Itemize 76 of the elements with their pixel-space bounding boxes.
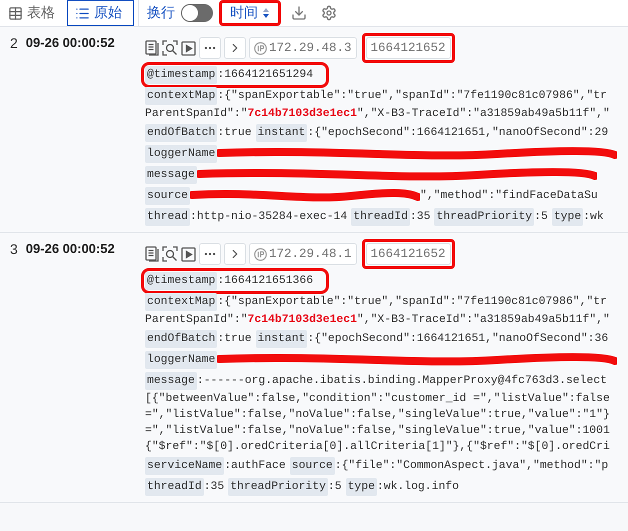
more-button[interactable] bbox=[199, 37, 221, 59]
field-key: loggerName bbox=[145, 144, 218, 162]
field-key: serviceName bbox=[145, 456, 224, 474]
ip-tag: 172.29.48.3 bbox=[249, 37, 357, 59]
log-text: ParentSpanId":"7c14b7103d3e1ec1","X-B3-TraceId":"a31859ab49a5b11f"," bbox=[145, 313, 610, 327]
more-button[interactable] bbox=[199, 243, 221, 265]
field-key: type bbox=[552, 208, 584, 226]
log-text: {"$ref":"$[0].oredCriteria[0].allCriteria[1]"},{"$ref":"$[0].oredCri bbox=[145, 440, 610, 454]
field-value: :5 bbox=[328, 480, 342, 494]
field-value: :authFace bbox=[224, 458, 286, 472]
field-key: @timestamp bbox=[145, 66, 218, 84]
field-value: :1664121651294 bbox=[217, 68, 314, 82]
field-key: endOfBatch bbox=[145, 330, 218, 348]
magnifier-document-icon[interactable] bbox=[162, 40, 178, 56]
field-value: :{"spanExportable":"true","spanId":"7fe1190c81c07986","tr bbox=[217, 294, 607, 308]
field-value: :------org.apache.ibatis.binding.MapperProxy@4fc763d3.select bbox=[196, 374, 607, 388]
field-value: :1664121651366 bbox=[217, 274, 314, 288]
field-key: endOfBatch bbox=[145, 124, 218, 142]
ip-tag: 172.29.48.1 bbox=[249, 243, 357, 265]
play-icon[interactable] bbox=[181, 40, 196, 56]
field-key: message bbox=[145, 372, 197, 390]
field-value: :wk bbox=[583, 210, 604, 224]
field-key: threadId bbox=[145, 478, 204, 496]
field-key: loggerName bbox=[145, 350, 218, 368]
log-text: ParentSpanId":"7c14b7103d3e1ec1","X-B3-TraceId":"a31859ab49a5b11f"," bbox=[145, 107, 610, 121]
field-key: instant bbox=[256, 330, 308, 348]
field-key: threadId bbox=[351, 208, 410, 226]
field-value: :wk.log.info bbox=[376, 480, 459, 494]
field-key: source bbox=[290, 456, 335, 474]
list-icon bbox=[75, 6, 90, 20]
log-text: =","listValue":false,"noValue":false,"singleValue":true,"value":1001 bbox=[145, 424, 610, 438]
field-value: :35 bbox=[204, 480, 224, 494]
view-tab[interactable]: 原始 bbox=[67, 0, 134, 26]
log-time: 09-26 00:00:52 bbox=[26, 241, 115, 258]
field-value: :{"epochSecond":1664121651,"nanoOfSecond":29 bbox=[307, 126, 608, 140]
log-text: =","listValue":false,"noValue":false,"singleValue":true,"value":"1"} bbox=[145, 408, 610, 422]
document-icon[interactable] bbox=[145, 246, 159, 262]
expand-button[interactable] bbox=[224, 243, 246, 265]
download-icon bbox=[291, 5, 307, 21]
settings-icon bbox=[321, 5, 337, 21]
magnifier-document-icon[interactable] bbox=[162, 246, 178, 262]
value-tag: 1664121652 bbox=[366, 37, 451, 59]
sort-icon bbox=[262, 7, 270, 19]
table-icon bbox=[8, 6, 23, 20]
field-key: contextMap bbox=[145, 292, 218, 310]
play-icon[interactable] bbox=[181, 246, 196, 262]
field-key: threadPriority bbox=[228, 478, 328, 496]
field-key: @timestamp bbox=[145, 272, 218, 290]
field-key: instant bbox=[256, 124, 308, 142]
log-text: [{"betweenValue":false,"condition":"customer_id =","listValue":false bbox=[145, 392, 610, 406]
field-key: thread bbox=[145, 208, 190, 226]
wrap-toggle[interactable] bbox=[181, 4, 213, 22]
field-key: contextMap bbox=[145, 86, 218, 104]
field-value: :true bbox=[217, 126, 252, 140]
field-value: :5 bbox=[534, 210, 548, 224]
field-key: threadPriority bbox=[434, 208, 534, 226]
document-icon[interactable] bbox=[145, 40, 159, 56]
field-value: :true bbox=[217, 332, 252, 346]
value-tag: 1664121652 bbox=[366, 243, 451, 265]
field-key: type bbox=[346, 478, 377, 496]
field-value: :{"file":"CommonAspect.java","method":"p bbox=[334, 458, 608, 472]
field-key: message bbox=[145, 166, 197, 184]
field-value: :35 bbox=[410, 210, 430, 224]
field-value: :{"epochSecond":1664121651,"nanoOfSecond":36 bbox=[307, 332, 608, 346]
log-time: 09-26 00:00:52 bbox=[26, 35, 115, 52]
expand-button[interactable] bbox=[224, 37, 246, 59]
wrap-label: 换行 bbox=[147, 4, 175, 22]
row-number: 2 bbox=[10, 35, 18, 53]
sort-button[interactable]: 时间 bbox=[219, 0, 281, 26]
ip-icon bbox=[254, 248, 267, 260]
ip-icon bbox=[254, 42, 267, 54]
row-number: 3 bbox=[10, 241, 18, 259]
field-key: source bbox=[145, 186, 190, 204]
field-value: ","method":"findFaceDataSu bbox=[420, 188, 598, 202]
field-value: :http-nio-35284-exec-14 bbox=[190, 210, 348, 224]
field-value: :{"spanExportable":"true","spanId":"7fe1190c81c07986","tr bbox=[217, 88, 607, 102]
